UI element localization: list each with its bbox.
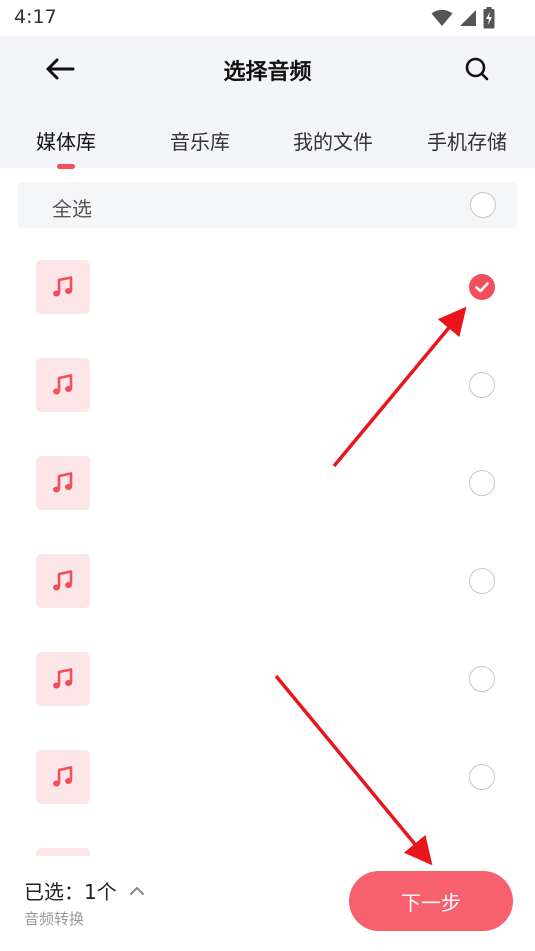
audio-item-radio[interactable]	[469, 372, 495, 398]
audio-item-5[interactable]	[0, 630, 535, 728]
status-bar: 4:17	[0, 0, 535, 36]
music-note-icon	[53, 276, 73, 297]
audio-item-2[interactable]	[0, 336, 535, 434]
audio-thumbnail	[36, 358, 90, 412]
select-all-row[interactable]: 全选	[18, 182, 517, 228]
audio-item-radio[interactable]	[469, 666, 495, 692]
music-note-icon	[53, 374, 73, 395]
audio-item-4[interactable]	[0, 532, 535, 630]
status-icons	[431, 7, 495, 29]
bottom-bar: 已选：1个 音频转换 下一步	[0, 856, 535, 951]
audio-thumbnail	[36, 554, 90, 608]
tab-bar: 媒体库 音乐库 我的文件 手机存储	[0, 122, 535, 169]
search-button[interactable]	[459, 52, 495, 86]
selected-count-toggle[interactable]: 已选：1个	[24, 876, 145, 905]
status-time: 4:17	[14, 6, 57, 28]
music-note-icon	[53, 570, 73, 591]
audio-thumbnail	[36, 260, 90, 314]
audio-item-radio[interactable]	[469, 764, 495, 790]
search-icon	[465, 57, 489, 81]
tab-media-library[interactable]: 媒体库	[36, 126, 96, 155]
select-all-label: 全选	[52, 197, 92, 221]
tab-music-library[interactable]: 音乐库	[170, 126, 230, 155]
music-note-icon	[53, 472, 73, 493]
wifi-icon	[431, 9, 453, 26]
audio-thumbnail	[36, 652, 90, 706]
audio-item-radio[interactable]	[469, 568, 495, 594]
audio-item-radio[interactable]	[469, 470, 495, 496]
signal-icon	[460, 10, 476, 26]
app-header: 选择音频 媒体库 音乐库 我的文件 手机存储	[0, 36, 535, 169]
audio-item-1[interactable]	[0, 238, 535, 336]
selected-count-label: 已选：1个	[24, 880, 117, 904]
chevron-up-icon	[129, 886, 144, 895]
audio-thumbnail	[36, 750, 90, 804]
tab-phone-storage[interactable]: 手机存储	[427, 126, 507, 155]
audio-item-6[interactable]	[0, 728, 535, 826]
page-title: 选择音频	[223, 60, 312, 85]
audio-thumbnail	[36, 456, 90, 510]
audio-item-3[interactable]	[0, 434, 535, 532]
audio-item-radio-checked[interactable]	[469, 274, 495, 300]
checkmark-icon	[475, 282, 489, 293]
tab-my-files[interactable]: 我的文件	[293, 126, 373, 155]
battery-charging-icon	[483, 7, 495, 29]
music-note-icon	[53, 668, 73, 689]
bottom-subtitle: 音频转换	[24, 910, 85, 928]
active-tab-indicator	[57, 164, 75, 169]
select-all-radio[interactable]	[470, 192, 496, 218]
music-note-icon	[53, 766, 73, 787]
next-step-button[interactable]: 下一步	[349, 871, 513, 931]
